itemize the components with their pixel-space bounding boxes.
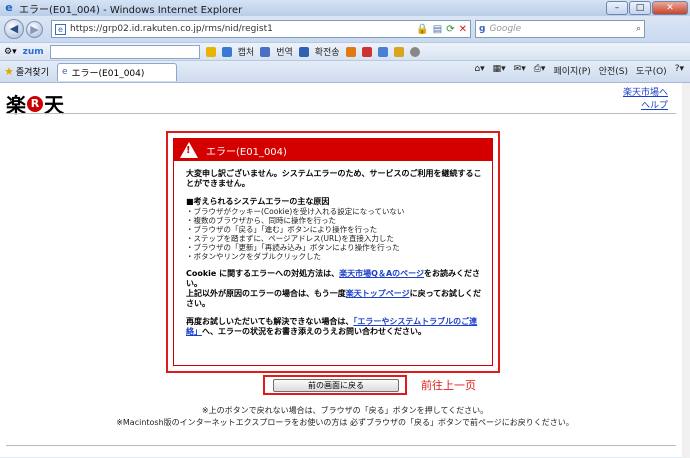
maximize-button[interactable]: □ (629, 1, 651, 15)
minimize-button[interactable]: – (606, 1, 628, 15)
feeds-icon[interactable]: ▦▾ (493, 64, 506, 77)
book-icon[interactable] (361, 46, 372, 57)
tab-ie-icon: e (62, 67, 68, 77)
cause-item: ・ステップを踏まずに、ページアドレス(URL)を直接入力した (186, 234, 394, 243)
header-divider (6, 113, 676, 114)
google-icon: g (479, 24, 486, 34)
command-bar: ⌂▾ ▦▾ ✉▾ ⎙▾ 페이지(P) 안전(S) 도구(O) ?▾ (474, 64, 684, 77)
qa-link[interactable]: 楽天市場Q＆Aのページ (339, 269, 424, 278)
star-icon[interactable] (221, 46, 232, 57)
favorites-button[interactable]: 즐겨찾기 (16, 65, 49, 78)
annotation-label: 前往上一页 (421, 379, 476, 392)
cause-item: ・ブラウザの「更新」「再読み込み」ボタンにより操作を行った (186, 243, 400, 252)
tab-title: エラー(E01_004) (71, 68, 145, 79)
translate-icon[interactable] (260, 46, 271, 57)
causes-heading: ■考えられるシステムエラーの主な原因 (186, 197, 330, 206)
retry-paragraph: 再度お試しいただいても解決できない場合は、「エラーやシステムトラブルのご連絡」へ… (186, 317, 482, 337)
back-button-highlight: 前の画面に戻る (263, 375, 407, 395)
error-lead: 大変申し訳ございません。システムエラーのため、サービスのご利用を継続することがで… (186, 169, 482, 188)
page-menu[interactable]: 페이지(P) (553, 64, 590, 77)
title-bar: e エラー(E01_004) - Windows Internet Explor… (0, 0, 690, 16)
other-text: 上記以外が原因のエラーの場合は、もう一度 (186, 289, 346, 298)
dictionary-button[interactable]: 확전송 (315, 45, 340, 58)
retry-text-end: へ、エラーの状況をお書き添えのうえお問い合わせください。 (202, 327, 426, 336)
cause-item: ・複数のブラウザから、同時に操作を行った (186, 216, 336, 225)
back-nav-button[interactable]: ◀ (4, 19, 24, 39)
cause-item: ・ブラウザの「戻る」「進む」ボタンにより操作を行った (186, 225, 378, 234)
close-button[interactable]: ✕ (652, 1, 688, 15)
address-bar[interactable]: e https://grp02.id.rakuten.co.jp/rms/nid… (51, 20, 471, 38)
back-to-previous-button[interactable]: 前の画面に戻る (273, 379, 399, 392)
toolbar: ⚙▾ zum 캡처 번역 확전송 (0, 42, 690, 60)
search-input[interactable]: Google (489, 24, 636, 34)
stop-icon[interactable]: ✕ (459, 24, 467, 35)
print-icon[interactable]: ⎙▾ (534, 64, 546, 77)
folder-icon[interactable] (393, 46, 404, 57)
page-content: 楽 R 天 楽天市場へ ヘルプ ! エラー(E01_004) 大変申し訳ございま… (0, 82, 690, 458)
search-box[interactable]: g Google ⌕ (475, 20, 645, 38)
error-header: ! エラー(E01_004) (174, 139, 492, 161)
market-link[interactable]: 楽天市場へ (623, 87, 668, 100)
ie-logo-icon: e (5, 1, 13, 14)
cause-item: ・ブラウザがクッキー(Cookie)を受け入れる設定になっていない (186, 207, 405, 216)
refresh-icon[interactable]: ⟳ (446, 24, 454, 35)
tab-error[interactable]: e エラー(E01_004) (57, 62, 177, 81)
error-box: ! エラー(E01_004) 大変申し訳ございません。システムエラーのため、サー… (173, 138, 493, 366)
favorites-row: ★ 즐겨찾기 e エラー(E01_004) ⌂▾ ▦▾ ✉▾ ⎙▾ 페이지(P)… (0, 60, 690, 82)
circle-icon[interactable] (409, 46, 420, 57)
forward-nav-button[interactable]: ▶ (26, 20, 43, 38)
footer-divider (6, 445, 676, 446)
window-controls: – □ ✕ (606, 1, 688, 15)
translate-button[interactable]: 번역 (276, 45, 293, 58)
logo-r-icon: R (27, 95, 43, 112)
cookie-text: Cookie に関するエラーへの対処方法は、 (186, 269, 340, 278)
search-icon[interactable]: ⌕ (636, 24, 641, 34)
retry-text: 再度お試しいただいても解決できない場合は、 (186, 317, 354, 326)
warning-icon: ! (180, 142, 198, 158)
dictionary-icon[interactable] (298, 46, 309, 57)
help-link[interactable]: ヘルプ (623, 100, 668, 113)
compat-icon[interactable]: ▤ (433, 24, 442, 35)
zum-search-input[interactable] (49, 44, 200, 59)
window-title: エラー(E01_004) - Windows Internet Explorer (19, 4, 243, 16)
note-mac: ※Macintosh版のインターネットエクスプローラをお使いの方は 必ずブラウザ… (116, 418, 574, 427)
zum-logo[interactable]: zum (23, 47, 44, 57)
error-title: エラー(E01_004) (206, 146, 287, 158)
page-icon: e (55, 23, 66, 35)
error-highlight-frame: ! エラー(E01_004) 大変申し訳ございません。システムエラーのため、サー… (166, 131, 500, 373)
error-body: 大変申し訳ございません。システムエラーのため、サービスのご利用を継続することがで… (174, 161, 492, 337)
home-icon[interactable]: ⌂▾ (474, 64, 484, 77)
note-icon[interactable] (377, 46, 388, 57)
capture-button[interactable]: 캡처 (238, 45, 255, 58)
lock-icon[interactable]: 🔒 (416, 24, 428, 35)
address-tools: 🔒 ▤ ⟳ ✕ (416, 24, 470, 35)
top-page-link[interactable]: 楽天トップページ (346, 289, 410, 298)
note-back: ※上のボタンで戻れない場合は、ブラウザの「戻る」ボタンを押してください。 (201, 406, 489, 415)
cause-item: ・ボタンやリンクをダブルクリックした (186, 252, 321, 261)
toolbar-settings-icon[interactable]: ⚙▾ (4, 47, 17, 57)
top-links: 楽天市場へ ヘルプ (623, 87, 668, 113)
favorites-star-icon[interactable]: ★ (4, 65, 14, 78)
mail-icon[interactable]: ✉▾ (514, 64, 526, 77)
key-icon[interactable] (205, 46, 216, 57)
pencil-icon[interactable] (345, 46, 356, 57)
help-icon[interactable]: ?▾ (675, 64, 684, 77)
url-text[interactable]: https://grp02.id.rakuten.co.jp/rms/nid/r… (70, 24, 416, 34)
address-row: ◀ ▶ e https://grp02.id.rakuten.co.jp/rms… (0, 16, 690, 42)
safety-menu[interactable]: 안전(S) (599, 64, 628, 77)
cookie-paragraph: Cookie に関するエラーへの対処方法は、楽天市場Q＆Aのページをお読みくださ… (186, 269, 482, 309)
tools-menu[interactable]: 도구(O) (636, 64, 667, 77)
vertical-scrollbar[interactable] (682, 83, 690, 458)
